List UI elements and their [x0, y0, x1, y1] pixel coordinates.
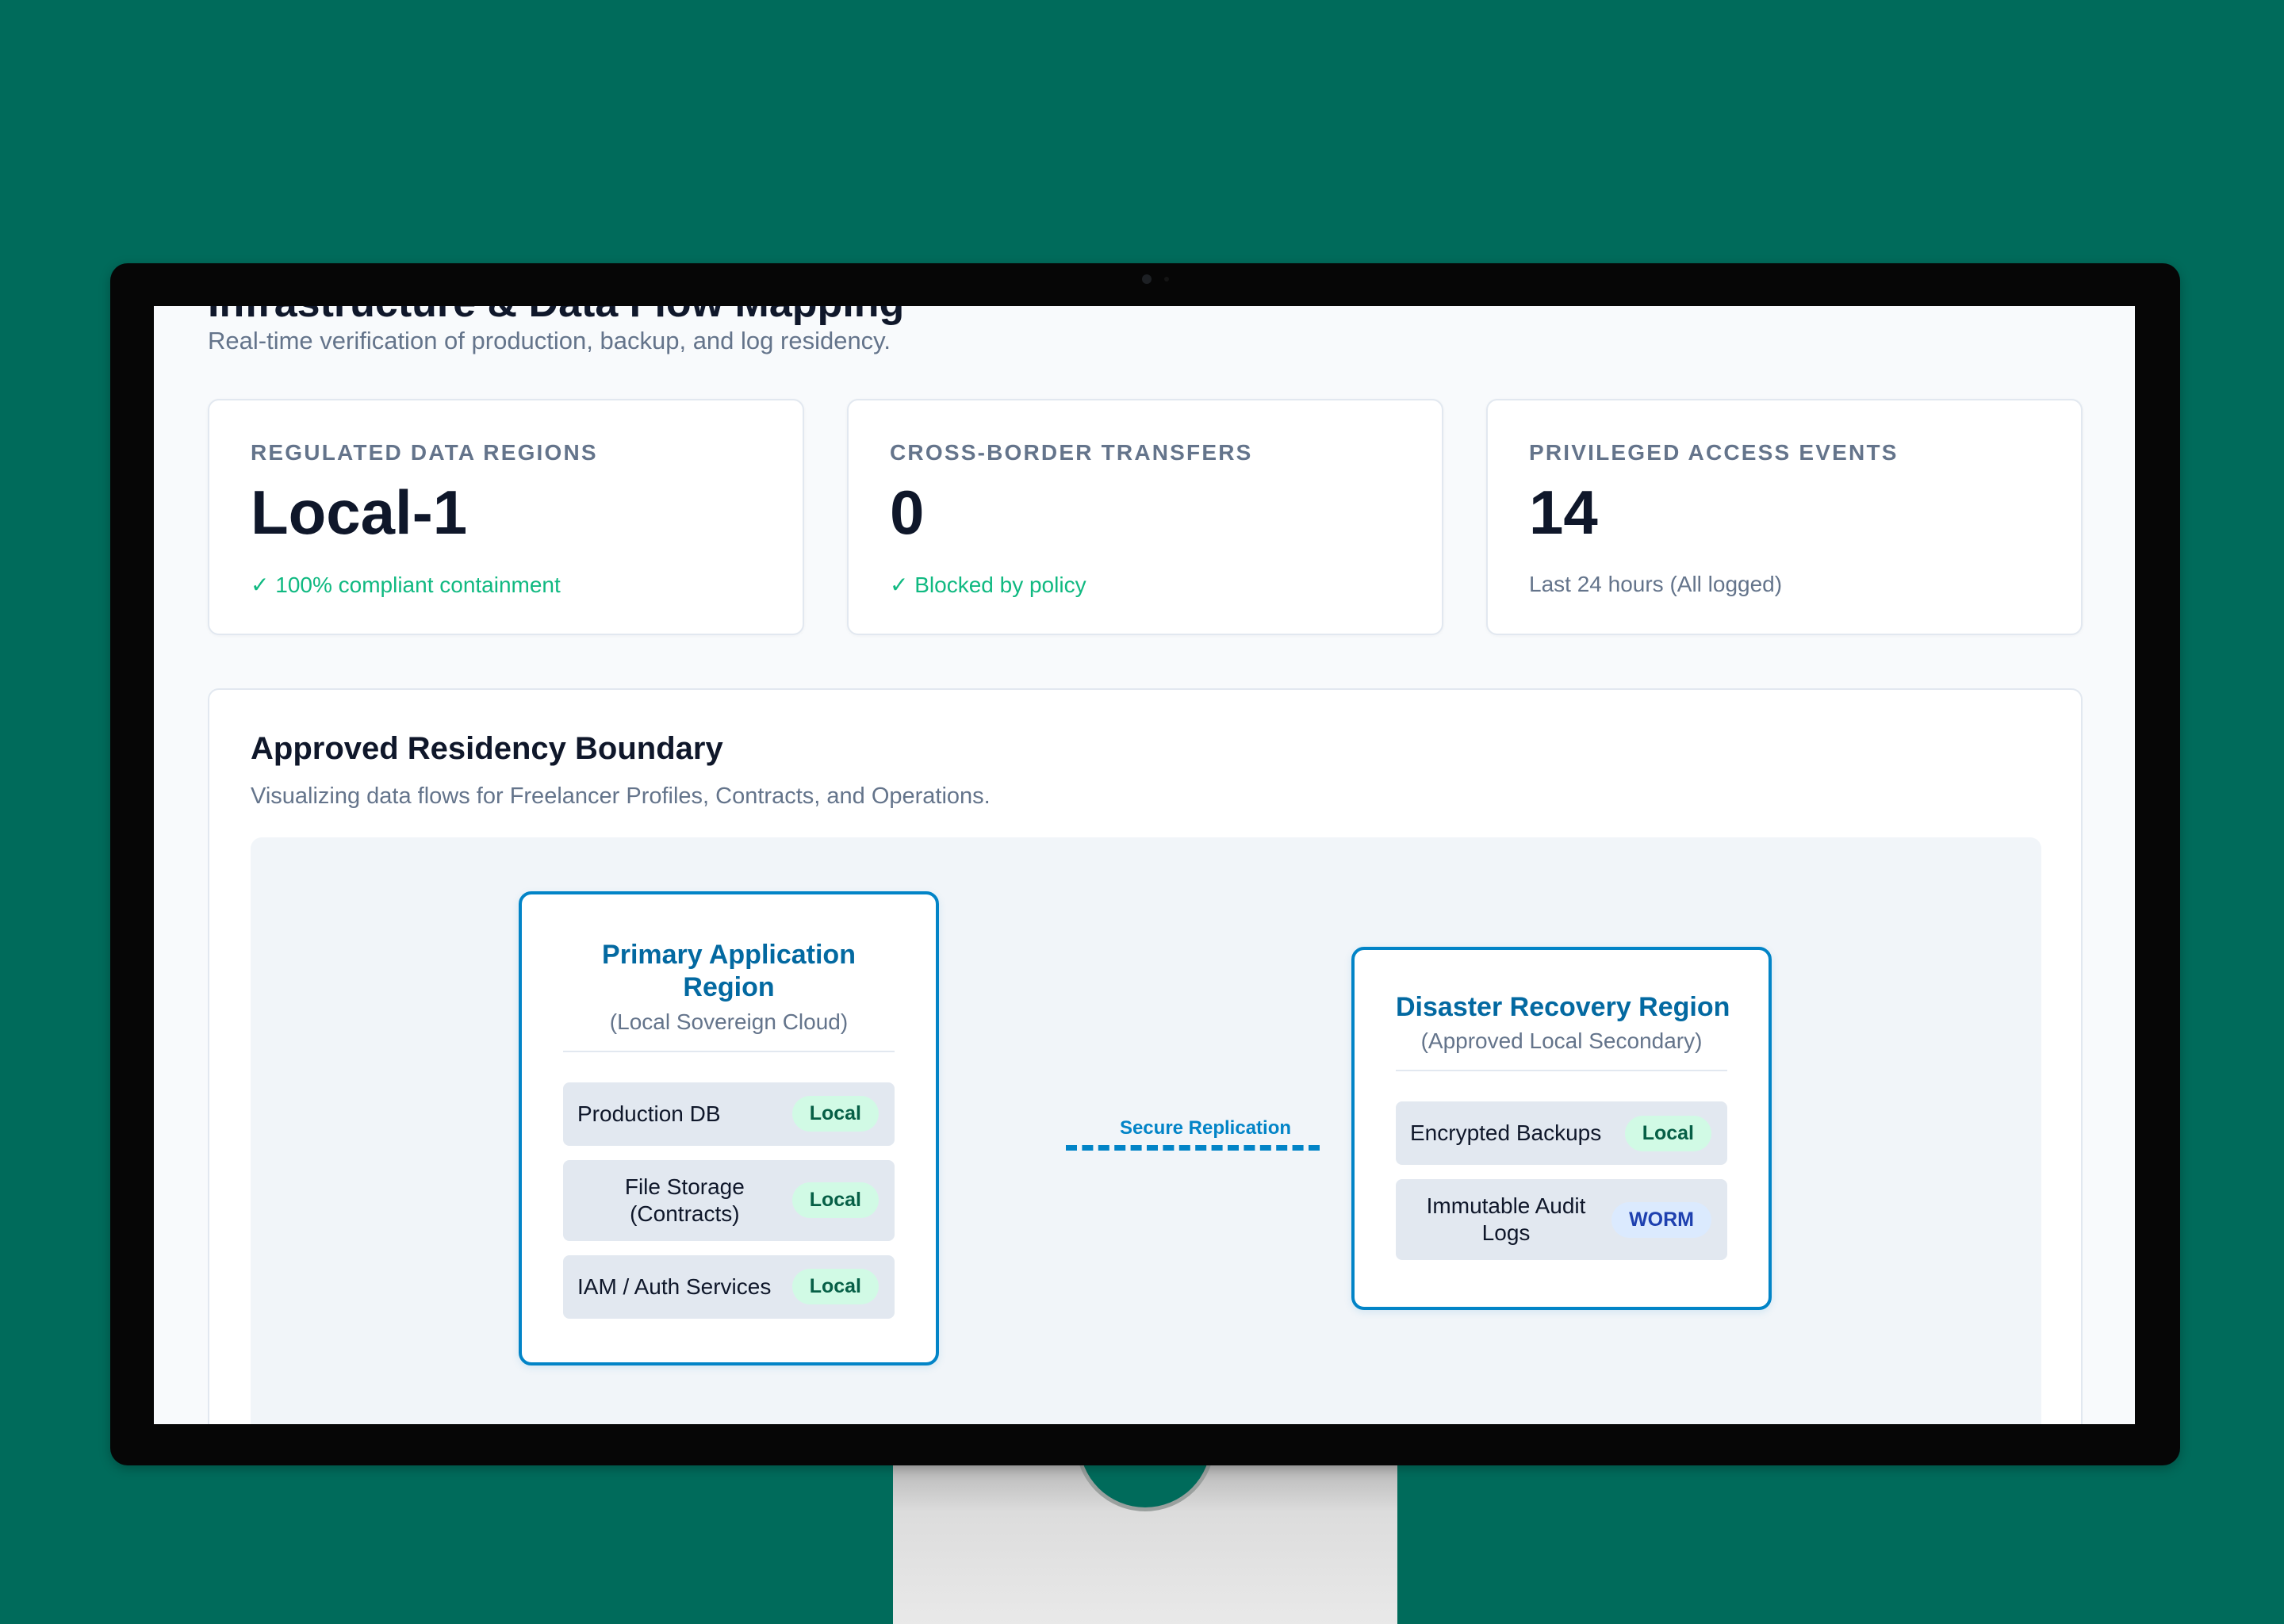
service-row-audit-logs[interactable]: Immutable Audit Logs WORM — [1396, 1179, 1727, 1261]
divider — [1396, 1070, 1727, 1072]
page-subtitle: Real-time verification of production, ba… — [208, 327, 891, 354]
primary-region-box[interactable]: Primary Application Region (Local Sovere… — [519, 891, 939, 1365]
residency-tag: Local — [791, 1182, 879, 1219]
stat-note: Last 24 hours (All logged) — [1529, 572, 1783, 596]
service-row-file-storage[interactable]: File Storage (Contracts) Local — [563, 1159, 895, 1241]
data-flow-diagram: Primary Application Region (Local Sovere… — [251, 837, 2041, 1424]
residency-tag: WORM — [1611, 1201, 1711, 1238]
camera-icon — [1142, 274, 1152, 284]
stat-note: ✓ 100% compliant containment — [251, 573, 561, 597]
page-title: Infrastructure & Data Flow Mapping — [208, 306, 904, 327]
sensor-icon — [1164, 277, 1169, 282]
service-row-encrypted-backups[interactable]: Encrypted Backups Local — [1396, 1101, 1727, 1166]
stat-label: PRIVILEGED ACCESS EVENTS — [1529, 440, 1899, 465]
service-name: IAM / Auth Services — [577, 1274, 772, 1299]
divider — [563, 1050, 895, 1052]
stat-value: Local-1 — [251, 477, 468, 547]
dr-region-box[interactable]: Disaster Recovery Region (Approved Local… — [1351, 947, 1772, 1310]
residency-boundary-panel: Approved Residency Boundary Visualizing … — [208, 688, 2083, 1424]
service-row-iam-auth[interactable]: IAM / Auth Services Local — [563, 1254, 895, 1319]
replication-connector — [1066, 1145, 1320, 1151]
residency-tag: Local — [1624, 1115, 1711, 1151]
stat-label: CROSS-BORDER TRANSFERS — [890, 440, 1253, 465]
stat-card-privileged-access: PRIVILEGED ACCESS EVENTS 14 Last 24 hour… — [1486, 399, 2083, 635]
screen: Infrastructure & Data Flow Mapping Real-… — [154, 306, 2135, 1424]
stat-card-regulated-regions: REGULATED DATA REGIONS Local-1 ✓ 100% co… — [208, 399, 804, 635]
stat-label: REGULATED DATA REGIONS — [251, 440, 598, 465]
residency-tag: Local — [791, 1096, 879, 1132]
region-title: Disaster Recovery Region — [1396, 992, 1730, 1022]
stat-value: 0 — [890, 477, 925, 547]
replication-label: Secure Replication — [1119, 1117, 1292, 1139]
service-name: File Storage (Contracts) — [624, 1174, 745, 1226]
region-subtitle: (Local Sovereign Cloud) — [609, 1009, 849, 1034]
stat-card-cross-border: CROSS-BORDER TRANSFERS 0 ✓ Blocked by po… — [847, 399, 1443, 635]
panel-subtitle: Visualizing data flows for Freelancer Pr… — [251, 783, 991, 809]
stat-value: 14 — [1529, 477, 1598, 547]
region-subtitle: (Approved Local Secondary) — [1420, 1028, 1703, 1054]
service-row-production-db[interactable]: Production DB Local — [563, 1082, 895, 1146]
service-name: Production DB — [577, 1101, 721, 1126]
stat-note: ✓ Blocked by policy — [890, 573, 1086, 597]
residency-tag: Local — [791, 1269, 879, 1305]
service-name: Immutable Audit Logs — [1426, 1193, 1586, 1246]
service-name: Encrypted Backups — [1410, 1120, 1602, 1146]
panel-title: Approved Residency Boundary — [251, 731, 723, 766]
region-title: Primary Application Region — [602, 940, 856, 1003]
